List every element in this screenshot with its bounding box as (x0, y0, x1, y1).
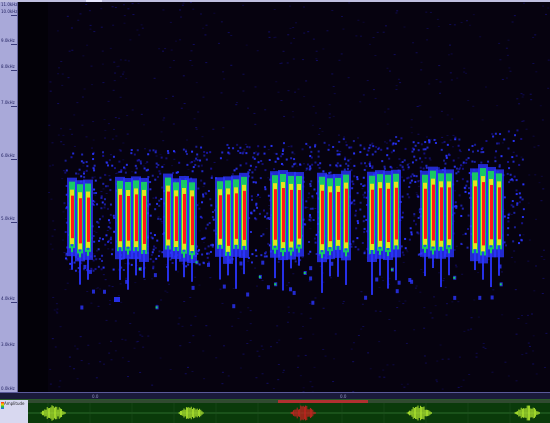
freq-tick (11, 15, 17, 16)
freq-label-5k: 5.0kHz (1, 216, 15, 221)
frequency-axis: 11.0kHz 10.0kHz 9.0kHz 8.0kHz 7.0kHz 6.0… (0, 2, 18, 392)
freq-tick (11, 44, 17, 45)
freq-tick (11, 302, 17, 303)
freq-label-0k: 0.0kHz (1, 386, 15, 391)
freq-label-9k: 9.0kHz (1, 38, 15, 43)
amplitude-label: Amplitude (4, 401, 25, 406)
spectrogram-image (18, 2, 550, 392)
freq-tick (11, 70, 17, 71)
freq-tick (11, 159, 17, 160)
freq-label-8k: 8.0kHz (1, 64, 15, 69)
freq-label-4k: 4.0kHz (1, 296, 15, 301)
waveform-image (28, 403, 550, 423)
freq-label-10k: 10.0kHz (1, 9, 17, 14)
freq-tick (11, 222, 17, 223)
freq-label-3k: 3.0kHz (1, 342, 15, 347)
freq-tick (11, 106, 17, 107)
waveform-side-panel: Amplitude (0, 400, 28, 423)
waveform-panel[interactable]: Amplitude (0, 399, 550, 423)
spectrogram-window: 11.0kHz 10.0kHz 9.0kHz 8.0kHz 7.0kHz 6.0… (0, 0, 550, 422)
freq-label-6k: 6.0kHz (1, 153, 15, 158)
spectrogram-canvas[interactable] (18, 2, 550, 392)
freq-label-11k: 11.0kHz (1, 2, 17, 7)
freq-label-7k: 7.0kHz (1, 100, 15, 105)
